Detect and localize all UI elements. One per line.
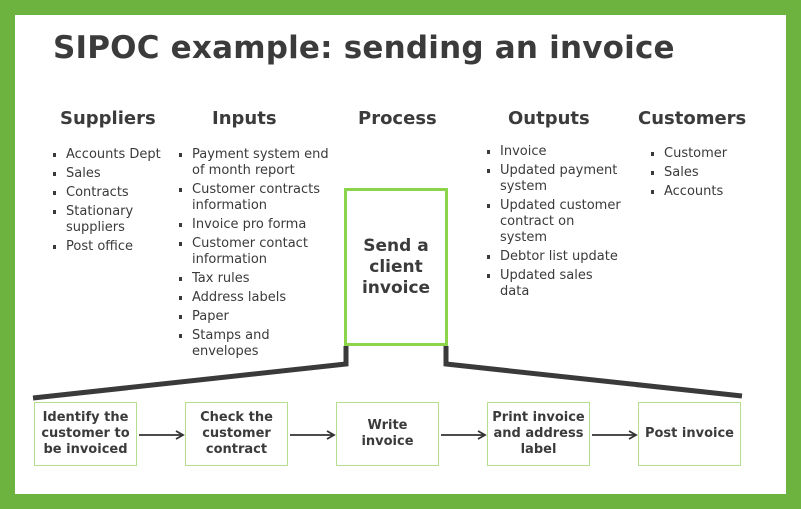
list-item: Customer contact information [178,236,317,268]
flow-arrow-4 [592,430,638,440]
list-item: Sales [650,165,760,181]
process-step-label: Write invoice [361,418,414,449]
list-item: Payment system end of month report [178,147,338,179]
list-item: Paper [178,309,338,325]
list-item: Invoice pro forma [178,217,338,233]
flow-arrow-1 [139,430,185,440]
suppliers-list: Accounts Dept Sales Contracts Stationary… [52,147,170,258]
process-heading: Process [358,108,437,129]
zoom-bracket-right [443,346,743,399]
suppliers-heading: Suppliers [60,108,156,129]
inputs-heading: Inputs [212,108,277,129]
process-step-1: Identify the customer to be invoiced [34,402,137,466]
process-step-label: Post invoice [644,426,735,441]
list-item: Customer contracts information [178,182,338,214]
list-item: Debtor list update [486,249,631,265]
slide-title: SIPOC example: sending an invoice [53,30,675,66]
process-step-4: Print invoice and address label [487,402,590,466]
process-step-label: Identify the customer to be invoiced [41,410,130,457]
outputs-list: Invoice Updated payment system Updated c… [486,144,631,303]
list-item: Customer [650,146,760,162]
customers-list: Customer Sales Accounts [650,146,760,203]
process-box-text: Send a client invoice [361,235,431,298]
flow-arrow-3 [441,430,487,440]
list-item: Post office [52,239,170,255]
list-item: Updated sales data [486,268,610,300]
flow-arrow-2 [290,430,336,440]
customers-heading: Customers [638,108,747,129]
process-box: Send a client invoice [344,188,448,346]
process-step-label: Check the customer contract [200,410,273,457]
list-item: Stationary suppliers [52,204,156,236]
list-item: Updated customer contract on system [486,198,625,246]
list-item: Accounts Dept [52,147,170,163]
list-item: Invoice [486,144,631,160]
inputs-list: Payment system end of month report Custo… [178,147,338,363]
list-item: Updated payment system [486,163,620,195]
list-item: Sales [52,166,170,182]
list-item: Accounts [650,184,760,200]
list-item: Address labels [178,290,338,306]
outputs-heading: Outputs [508,108,590,129]
list-item: Stamps and envelopes [178,328,292,360]
list-item: Contracts [52,185,170,201]
process-step-3: Write invoice [336,402,439,466]
process-step-2: Check the customer contract [185,402,288,466]
list-item: Tax rules [178,271,338,287]
process-step-5: Post invoice [638,402,741,466]
process-step-label: Print invoice and address label [492,410,585,457]
